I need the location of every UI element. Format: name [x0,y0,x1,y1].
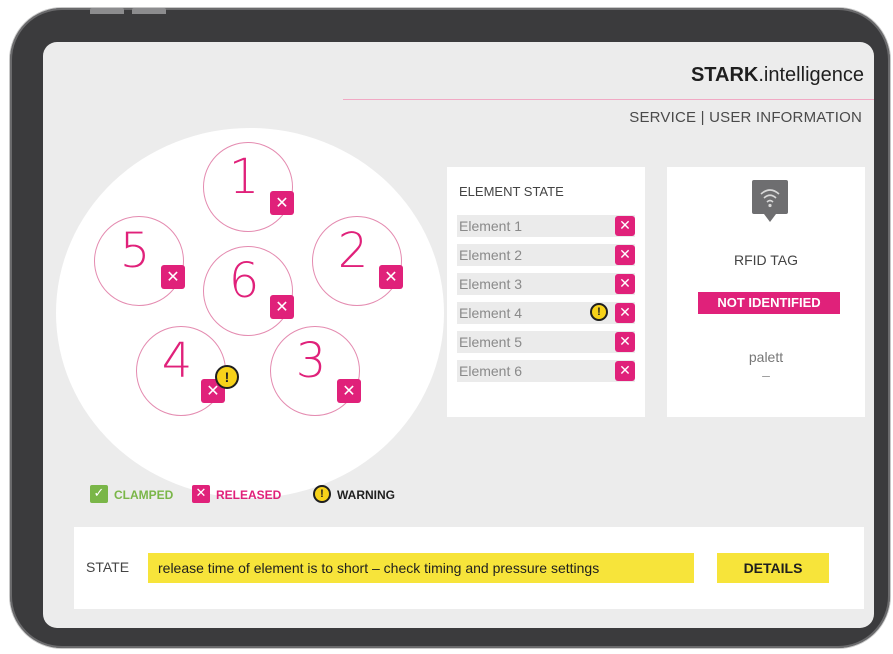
state-bar: STATE release time of element is to shor… [74,527,864,609]
tablet-frame: STARK.intelligence SERVICE | USER INFORM… [10,8,890,648]
state-message: release time of element is to short – ch… [148,553,694,583]
element-3-circle[interactable]: 3 ✕ [270,326,361,416]
header-divider [343,99,874,100]
released-icon: ✕ [161,265,185,289]
element-2-circle[interactable]: 2 ✕ [312,216,403,306]
element-state-panel: ELEMENT STATE Element 1 ✕ Element 2 ✕ El… [447,167,645,417]
warning-icon: ! [313,485,331,503]
element-state-row[interactable]: Element 1 ✕ [457,215,635,237]
element-label: Element 3 [459,276,523,292]
wifi-signal-icon [752,180,788,222]
rfid-title: RFID TAG [733,252,799,268]
state-label: STATE [86,559,130,575]
details-button[interactable]: DETAILS [717,553,829,583]
released-icon: ✕ [337,379,361,403]
released-icon: ✕ [615,303,635,323]
element-state-row[interactable]: Element 3 ✕ [457,273,635,295]
element-4-circle[interactable]: 4 ✕ ! [136,326,239,416]
released-icon: ✕ [270,295,294,319]
released-icon: ✕ [615,361,635,381]
released-icon: ✕ [379,265,403,289]
warning-icon: ! [590,303,608,321]
element-label: Element 6 [459,363,523,379]
page-subtitle: SERVICE | USER INFORMATION [629,109,862,126]
element-label: Element 2 [459,247,523,263]
released-icon: ✕ [192,485,210,503]
released-icon: ✕ [615,332,635,352]
element-state-title: ELEMENT STATE [459,184,564,199]
palett-value: – [762,367,770,383]
warning-icon: ! [215,365,239,389]
element-5-circle[interactable]: 5 ✕ [94,216,185,306]
element-overview-circle: 1 ✕ 5 ✕ 2 ✕ 6 ✕ 4 ✕ ! 3 ✕ [56,128,444,498]
element-state-row[interactable]: Element 5 ✕ [457,331,635,353]
element-6-circle[interactable]: 6 ✕ [203,246,294,336]
rfid-status-badge: NOT IDENTIFIED [698,292,840,314]
element-label: Element 4 [459,305,523,321]
element-label: Element 1 [459,218,523,234]
app-screen: STARK.intelligence SERVICE | USER INFORM… [43,42,874,628]
palett-label: palett [748,349,784,365]
element-1-circle[interactable]: 1 ✕ [203,142,294,232]
released-icon: ✕ [615,216,635,236]
checkmark-icon: ✓ [90,485,108,503]
element-label: Element 5 [459,334,523,350]
element-state-row[interactable]: Element 2 ✕ [457,244,635,266]
released-icon: ✕ [615,245,635,265]
released-icon: ✕ [615,274,635,294]
volume-button [132,8,166,14]
element-state-row[interactable]: Element 4 ! ✕ [457,302,635,324]
element-state-row[interactable]: Element 6 ✕ [457,360,635,382]
rfid-panel: RFID TAG NOT IDENTIFIED palett – [667,167,865,417]
released-icon: ✕ [270,191,294,215]
volume-button [90,8,124,14]
brand-logo: STARK.intelligence [690,64,864,86]
